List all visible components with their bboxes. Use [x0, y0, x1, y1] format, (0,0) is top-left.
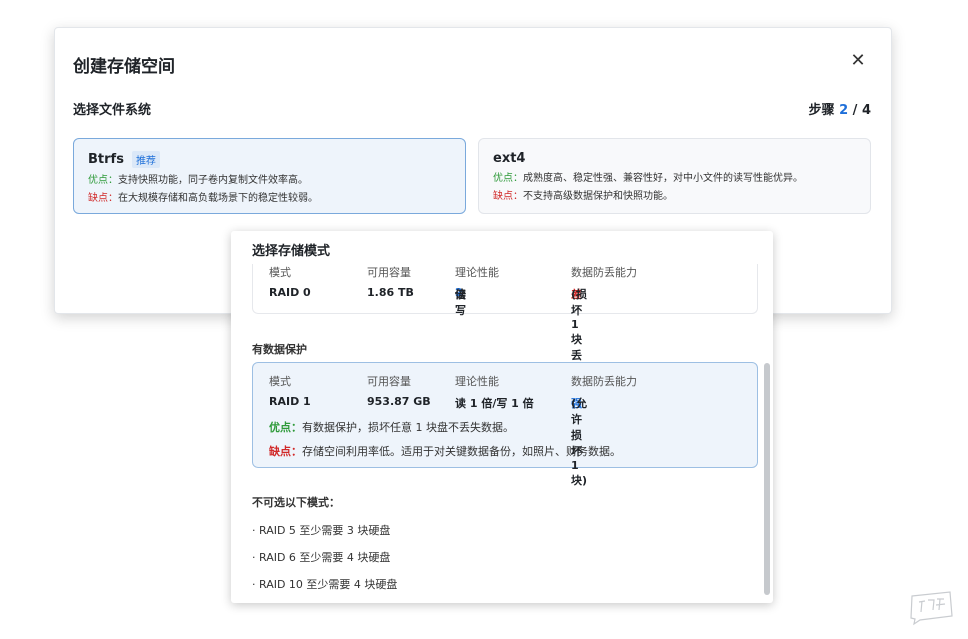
unavailable-item: · RAID 10 至少需要 4 块硬盘	[252, 578, 398, 591]
raid-header-row: 模式 可用容量 理论性能 数据防丢能力	[269, 266, 637, 279]
filesystem-option-btrfs[interactable]: Btrfs 推荐 优点：支持快照功能，同子卷内复制文件效率高。 缺点：在大规模存储…	[73, 138, 466, 214]
filesystem-name: Btrfs	[88, 152, 124, 167]
dialog-title: 创建存储空间	[73, 57, 175, 77]
unavailable-title: 不可选以下模式：	[252, 496, 340, 509]
protected-section-title: 有数据保护	[252, 343, 307, 356]
filesystem-con: 缺点：不支持高级数据保护和快照功能。	[493, 191, 673, 202]
storage-mode-title: 选择存储模式	[252, 244, 331, 259]
raid-value-row: RAID 1 953.87 GB 读 1 倍/写 1 倍 强 (允许损坏 1 块…	[269, 395, 588, 487]
close-icon[interactable]: ✕	[847, 50, 869, 72]
storage-mode-panel: 选择存储模式 模式 可用容量 理论性能 数据防丢能力 RAID 0 1.86 T…	[231, 231, 773, 603]
raid-pro: 优点：有数据保护，损坏任意 1 块盘不丢失数据。	[269, 421, 514, 434]
step-indicator: 步骤 2 / 4	[808, 103, 871, 118]
filesystem-option-ext4[interactable]: ext4 优点：成熟度高、稳定性强、兼容性好，对中小文件的读写性能优异。 缺点：…	[478, 138, 871, 214]
raid-option-raid1[interactable]: 模式 可用容量 理论性能 数据防丢能力 RAID 1 953.87 GB 读 1…	[252, 362, 758, 487]
unavailable-item: · RAID 6 至少需要 4 块硬盘	[252, 551, 391, 564]
raid-value-row: RAID 0 1.86 TB 读写 2 倍 差 (损坏 1 块丢失全部)	[269, 286, 588, 410]
filesystem-pro: 优点：支持快照功能，同子卷内复制文件效率高。	[88, 175, 308, 186]
filesystem-section-title: 选择文件系统	[73, 103, 152, 118]
unavailable-item: · RAID 5 至少需要 3 块硬盘	[252, 524, 391, 537]
filesystem-con: 缺点：在大规模存储和高负载场景下的稳定性较弱。	[88, 193, 318, 204]
raid-option-raid0[interactable]: 模式 可用容量 理论性能 数据防丢能力 RAID 0 1.86 TB 读写 2 …	[252, 264, 758, 410]
raid-con: 缺点：存储空间利用率低。适用于对关键数据备份，如照片、财务数据。	[269, 445, 621, 458]
scrollbar[interactable]	[764, 363, 770, 595]
raid-header-row: 模式 可用容量 理论性能 数据防丢能力	[269, 375, 637, 388]
watermark-logo	[910, 591, 953, 626]
recommended-badge: 推荐	[131, 151, 160, 168]
filesystem-pro: 优点：成熟度高、稳定性强、兼容性好，对中小文件的读写性能优异。	[493, 173, 803, 184]
filesystem-name: ext4	[493, 151, 526, 166]
